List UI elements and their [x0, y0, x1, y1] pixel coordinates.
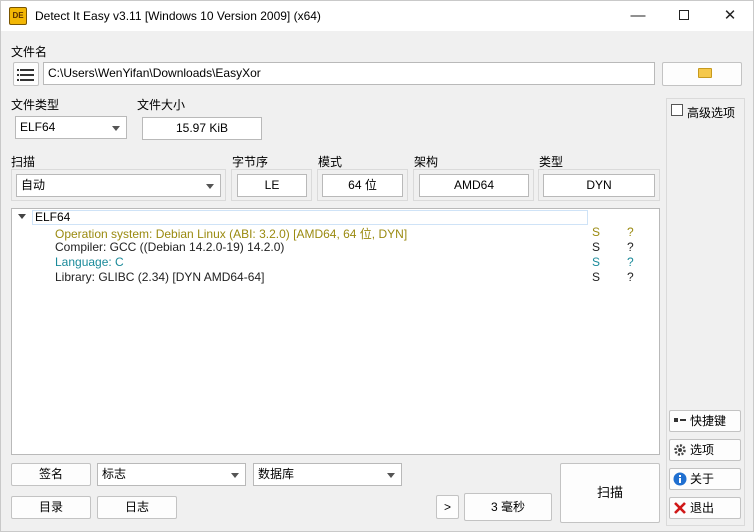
log-button[interactable]: 日志 — [97, 496, 177, 519]
shortcuts-button[interactable]: 快捷键 — [669, 410, 741, 432]
result-flag: S — [592, 225, 601, 239]
advanced-label: 高级选项 — [687, 106, 736, 120]
app-icon: DE — [9, 7, 27, 25]
result-help[interactable]: ? — [627, 255, 634, 269]
maximize-button[interactable] — [661, 1, 707, 31]
close-icon: ✕ — [723, 7, 737, 24]
result-help[interactable]: ? — [627, 270, 634, 284]
result-help[interactable]: ? — [627, 240, 634, 254]
filesize-label: 文件大小 — [137, 98, 186, 112]
chevron-down-icon — [206, 184, 214, 189]
exit-button[interactable]: 退出 — [669, 497, 741, 519]
about-label: 关于 — [690, 472, 715, 486]
signature-button[interactable]: 签名 — [11, 463, 91, 486]
type-value: DYN — [543, 174, 655, 197]
filetype-select[interactable]: ELF64 — [15, 116, 127, 139]
directory-button[interactable]: 目录 — [11, 496, 91, 519]
result-flag: S — [592, 270, 601, 284]
database-value: 数据库 — [258, 467, 295, 481]
result-row-compiler[interactable]: Compiler: GCC ((Debian 14.2.0-19) 14.2.0… — [55, 240, 284, 254]
info-icon — [673, 472, 687, 486]
tree-root-elf64[interactable]: ELF64 — [32, 210, 588, 225]
chevron-down-icon — [387, 473, 395, 478]
exit-label: 退出 — [690, 501, 715, 515]
next-button[interactable]: > — [436, 495, 459, 519]
mode-value: 64 位 — [322, 174, 403, 197]
file-path-field[interactable]: C:\Users\WenYifan\Downloads\EasyXor — [43, 62, 655, 85]
results-tree[interactable]: ELF64 Operation system: Debian Linux (AB… — [11, 208, 660, 455]
keyboard-icon — [674, 418, 686, 422]
chevron-down-icon — [112, 126, 120, 131]
filename-label: 文件名 — [11, 45, 48, 59]
advanced-checkbox[interactable] — [671, 104, 683, 116]
database-select[interactable]: 数据库 — [253, 463, 402, 486]
close-button[interactable]: ✕ — [707, 1, 753, 31]
title-bar: DE Detect It Easy v3.11 [Windows 10 Vers… — [1, 1, 753, 31]
endian-value: LE — [237, 174, 307, 197]
main-window: DE Detect It Easy v3.11 [Windows 10 Vers… — [0, 0, 754, 532]
about-button[interactable]: 关于 — [669, 468, 741, 490]
file-menu-button[interactable] — [13, 62, 39, 86]
expand-triangle-icon[interactable] — [18, 214, 26, 219]
result-row-library[interactable]: Library: GLIBC (2.34) [DYN AMD64-64] — [55, 270, 264, 284]
minimize-button[interactable]: — — [615, 1, 661, 31]
scan-button[interactable]: 扫描 — [560, 463, 660, 523]
window-title: Detect It Easy v3.11 [Windows 10 Version… — [35, 9, 321, 23]
side-panel — [666, 98, 745, 526]
menu-icon — [17, 69, 34, 71]
arch-value: AMD64 — [419, 174, 529, 197]
type-label: 类型 — [539, 155, 564, 169]
result-help[interactable]: ? — [627, 225, 634, 239]
filesize-value: 15.97 KiB — [142, 117, 262, 140]
minimize-icon: — — [630, 7, 646, 24]
folder-icon — [698, 68, 712, 78]
scan-mode-value: 自动 — [21, 178, 46, 192]
result-flag: S — [592, 255, 601, 269]
maximize-icon — [679, 9, 689, 20]
chevron-down-icon — [231, 473, 239, 478]
flags-select[interactable]: 标志 — [97, 463, 246, 486]
shortcuts-label: 快捷键 — [690, 414, 727, 428]
flags-value: 标志 — [102, 467, 127, 481]
result-row-language[interactable]: Language: C — [55, 255, 124, 269]
result-flag: S — [592, 240, 601, 254]
filetype-label: 文件类型 — [11, 98, 60, 112]
scan-label: 扫描 — [11, 155, 36, 169]
open-file-button[interactable] — [662, 62, 742, 86]
options-label: 选项 — [690, 443, 715, 457]
scan-mode-select[interactable]: 自动 — [16, 174, 221, 197]
endian-label: 字节序 — [232, 155, 269, 169]
scan-time-display: 3 毫秒 — [464, 493, 552, 521]
arch-label: 架构 — [414, 155, 439, 169]
options-button[interactable]: 选项 — [669, 439, 741, 461]
exit-x-icon — [674, 502, 686, 514]
mode-label: 模式 — [318, 155, 343, 169]
filetype-value: ELF64 — [20, 120, 56, 134]
gear-icon — [674, 444, 686, 456]
